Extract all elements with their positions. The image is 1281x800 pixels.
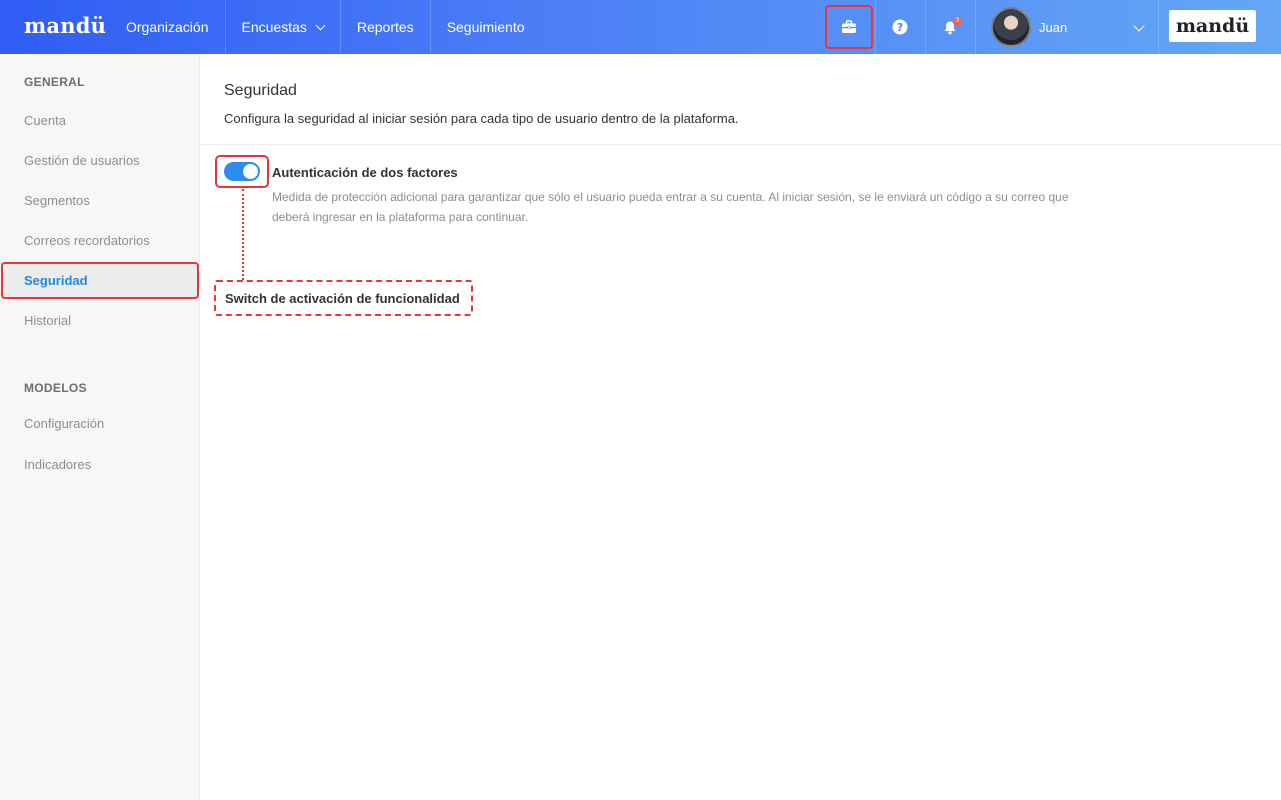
nav-organizacion[interactable]: Organización bbox=[110, 0, 226, 54]
briefcase-highlight bbox=[825, 5, 873, 49]
notifications-button[interactable]: 3 bbox=[925, 0, 975, 54]
nav-encuestas[interactable]: Encuestas bbox=[226, 0, 341, 54]
annotation-text: Switch de activación de funcionalidad bbox=[225, 290, 460, 306]
chevron-down-icon bbox=[315, 20, 326, 30]
main-content: Seguridad Configura la seguridad al inic… bbox=[201, 54, 1281, 800]
nav-label: Encuestas bbox=[241, 19, 307, 35]
chevron-down-icon[interactable] bbox=[1133, 20, 1145, 32]
feature-title: Autenticación de dos factores bbox=[272, 165, 458, 180]
sidebar-item-configuracion[interactable]: Configuración bbox=[24, 416, 104, 431]
main-nav: Organización Encuestas Reportes Seguimie… bbox=[110, 0, 541, 54]
sidebar-item-correos-recordatorios[interactable]: Correos recordatorios bbox=[24, 233, 150, 248]
company-logo: mandü bbox=[1169, 10, 1256, 42]
sidebar-item-historial[interactable]: Historial bbox=[24, 313, 71, 328]
sidebar-heading-modelos: MODELOS bbox=[24, 381, 87, 395]
nav-label: Organización bbox=[126, 19, 209, 35]
nav-label: Seguimiento bbox=[446, 19, 525, 35]
help-icon: ? bbox=[892, 19, 908, 35]
nav-reportes[interactable]: Reportes bbox=[341, 0, 431, 54]
two-factor-toggle[interactable] bbox=[224, 162, 260, 181]
annotation-callout: Switch de activación de funcionalidad bbox=[214, 280, 473, 316]
sidebar-item-segmentos[interactable]: Segmentos bbox=[24, 193, 90, 208]
user-name: Juan bbox=[1039, 19, 1068, 35]
settings-sidebar: GENERAL Cuenta Gestión de usuarios Segme… bbox=[0, 54, 200, 800]
sidebar-item-gestion-usuarios[interactable]: Gestión de usuarios bbox=[24, 153, 140, 168]
nav-seguimiento[interactable]: Seguimiento bbox=[431, 0, 541, 54]
user-menu[interactable]: Juan bbox=[991, 7, 1067, 47]
top-navbar: mandü Organización Encuestas Reportes Se… bbox=[0, 0, 1281, 54]
divider bbox=[201, 144, 1281, 145]
sidebar-item-seguridad[interactable]: Seguridad bbox=[1, 262, 199, 299]
sidebar-heading-general: GENERAL bbox=[24, 75, 85, 89]
sidebar-item-cuenta[interactable]: Cuenta bbox=[24, 113, 66, 128]
brand-logo[interactable]: mandü bbox=[24, 13, 106, 38]
toggle-knob bbox=[243, 164, 258, 179]
sidebar-item-label: Seguridad bbox=[24, 273, 88, 288]
nav-label: Reportes bbox=[356, 19, 414, 35]
svg-text:?: ? bbox=[897, 21, 903, 34]
page-title: Seguridad bbox=[224, 82, 297, 99]
sidebar-item-indicadores[interactable]: Indicadores bbox=[24, 457, 91, 472]
avatar bbox=[991, 7, 1031, 47]
help-button[interactable]: ? bbox=[875, 0, 925, 54]
feature-description: Medida de protección adicional para gara… bbox=[272, 190, 1069, 224]
notifications-badge: 3 bbox=[953, 17, 962, 26]
page-description: Configura la seguridad al iniciar sesión… bbox=[224, 111, 739, 126]
annotation-connector bbox=[242, 189, 244, 280]
divider bbox=[975, 0, 976, 54]
divider bbox=[1158, 0, 1159, 54]
